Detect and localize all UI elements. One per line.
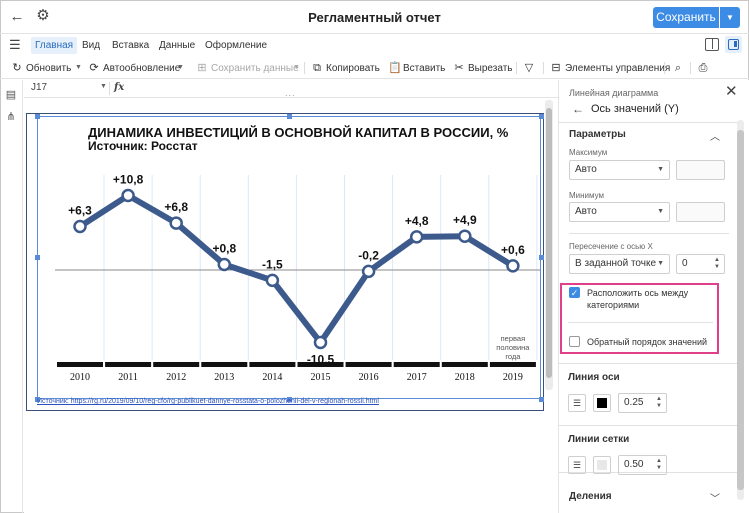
data-point bbox=[73, 219, 87, 234]
data-point bbox=[361, 264, 376, 279]
data-point bbox=[458, 229, 472, 243]
data-label: -1,5 bbox=[262, 257, 283, 271]
max-label: Максимум bbox=[569, 148, 608, 157]
source-link[interactable]: Источник: https://rg.ru/2019/09/10/reg-c… bbox=[37, 398, 379, 405]
category-label: 2010 bbox=[70, 372, 90, 383]
axis-line-section-title: Линия оси bbox=[568, 372, 620, 383]
data-label: +6,3 bbox=[68, 204, 92, 218]
panel-back-icon[interactable]: ← bbox=[572, 102, 584, 116]
category-bar bbox=[153, 362, 200, 367]
panel-header: Линейная диаграмма bbox=[569, 88, 659, 98]
cross-select[interactable]: В заданной точке ▼ bbox=[569, 254, 670, 274]
divider bbox=[558, 425, 738, 426]
data-point bbox=[217, 257, 232, 272]
data-label: +10,8 bbox=[113, 172, 144, 186]
axis-between-categories-label[interactable]: Расположить ось между категориями bbox=[587, 287, 712, 311]
chevron-down-icon: ▼ bbox=[657, 208, 664, 215]
axis-line-width-value: 0.25 bbox=[624, 397, 644, 408]
divider bbox=[569, 233, 729, 234]
chevron-down-icon[interactable]: ﹀ bbox=[710, 490, 720, 505]
data-label: +0,8 bbox=[212, 241, 236, 255]
chevron-down-icon: ▼ bbox=[657, 166, 664, 173]
data-label: +4,8 bbox=[405, 214, 429, 228]
chevron-down-icon: ▼ bbox=[657, 260, 664, 267]
close-icon[interactable]: ✕ bbox=[725, 84, 738, 99]
cross-select-value: В заданной точке bbox=[575, 258, 657, 269]
data-point bbox=[121, 188, 135, 203]
category-label: 2018 bbox=[455, 372, 475, 383]
category-note: года bbox=[505, 352, 521, 361]
panel-subtitle: Ось значений (Y) bbox=[591, 103, 679, 115]
data-point bbox=[409, 230, 424, 244]
category-note: половина bbox=[496, 343, 530, 352]
data-label: +0,6 bbox=[501, 243, 525, 257]
data-point bbox=[313, 335, 328, 350]
stepper-arrows-icon[interactable]: ▲ ▼ bbox=[714, 257, 720, 271]
category-label: 2019 bbox=[503, 372, 523, 383]
sheet-scrollbar-thumb[interactable] bbox=[546, 108, 552, 378]
category-label: 2012 bbox=[166, 372, 186, 383]
category-bar bbox=[297, 362, 344, 367]
data-point bbox=[169, 216, 183, 230]
category-label: 2017 bbox=[407, 372, 427, 383]
category-label: 2014 bbox=[262, 372, 282, 383]
reverse-order-label[interactable]: Обратный порядок значений bbox=[587, 336, 707, 348]
cross-value: 0 bbox=[682, 258, 688, 269]
max-value-input[interactable] bbox=[676, 160, 725, 180]
chevron-up-icon[interactable]: ︿ bbox=[710, 128, 720, 143]
category-bar bbox=[249, 362, 296, 367]
grid-section-title: Линии сетки bbox=[568, 434, 630, 445]
category-bar bbox=[345, 362, 392, 367]
category-bar bbox=[393, 362, 440, 367]
axis-line-color-swatch[interactable] bbox=[593, 394, 611, 412]
min-label: Минимум bbox=[569, 191, 605, 200]
max-select[interactable]: Авто ▼ bbox=[569, 160, 670, 180]
grid-line-color-swatch[interactable] bbox=[593, 456, 611, 474]
category-bar bbox=[201, 362, 248, 367]
axis-line-color bbox=[597, 398, 607, 408]
data-point bbox=[265, 273, 280, 288]
min-select[interactable]: Авто ▼ bbox=[569, 202, 670, 222]
category-label: 2016 bbox=[359, 372, 379, 383]
grid-line-width-stepper[interactable]: 0.50 ▲ ▼ bbox=[618, 455, 667, 475]
divider bbox=[559, 122, 739, 123]
stepper-arrows-icon[interactable]: ▲ ▼ bbox=[656, 458, 662, 472]
category-label: 2015 bbox=[311, 372, 331, 383]
axis-line-width-stepper[interactable]: 0.25 ▲ ▼ bbox=[618, 393, 667, 413]
grid-line-color bbox=[597, 460, 607, 470]
stepper-arrows-icon[interactable]: ▲ ▼ bbox=[656, 396, 662, 410]
category-label: 2013 bbox=[214, 372, 234, 383]
category-bar bbox=[105, 362, 152, 367]
cross-label: Пересечение с осью X bbox=[569, 242, 653, 251]
min-select-value: Авто bbox=[575, 206, 597, 217]
params-section-title[interactable]: Параметры bbox=[569, 129, 626, 140]
line-style-icon[interactable]: ☰ bbox=[568, 394, 586, 412]
sheet-scrollbar[interactable] bbox=[545, 100, 553, 390]
category-bar bbox=[489, 362, 536, 367]
grid-line-width-value: 0.50 bbox=[624, 459, 644, 470]
category-label: 2011 bbox=[118, 372, 138, 383]
ticks-section-title[interactable]: Деления bbox=[569, 491, 612, 502]
divider bbox=[568, 322, 713, 323]
data-label: +6,8 bbox=[164, 200, 188, 214]
divider bbox=[558, 363, 738, 364]
category-note: первая bbox=[501, 334, 526, 343]
category-bar bbox=[57, 362, 103, 367]
data-label: +4,9 bbox=[453, 213, 477, 227]
data-point bbox=[506, 259, 520, 273]
min-value-input[interactable] bbox=[676, 202, 725, 222]
panel-scrollbar-thumb[interactable] bbox=[737, 130, 744, 490]
data-label: -0,2 bbox=[358, 248, 379, 262]
reverse-order-checkbox[interactable] bbox=[569, 336, 580, 347]
grid-style-icon[interactable]: ☰ bbox=[568, 456, 586, 474]
cross-value-stepper[interactable]: 0 ▲ ▼ bbox=[676, 254, 725, 274]
axis-between-categories-checkbox[interactable]: ✓ bbox=[569, 287, 580, 298]
category-bar bbox=[441, 362, 488, 367]
panel-scrollbar[interactable] bbox=[737, 120, 744, 500]
max-select-value: Авто bbox=[575, 164, 597, 175]
